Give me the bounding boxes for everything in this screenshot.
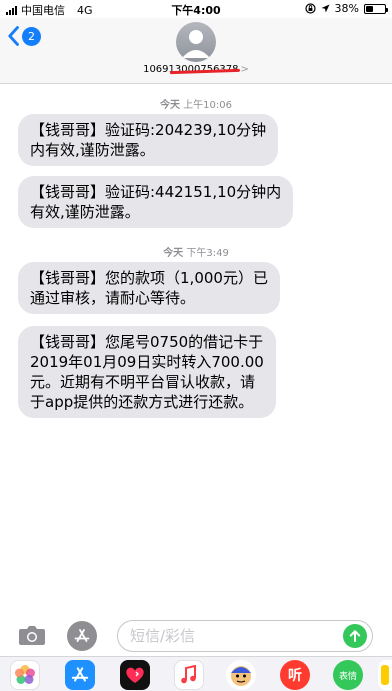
camera-button[interactable]: [18, 624, 46, 650]
location-arrow-icon: [321, 4, 330, 13]
animoji-icon: [231, 666, 251, 686]
back-button[interactable]: 2: [8, 26, 41, 46]
message-line: 【钱哥哥】您尾号0750的借记卡于: [30, 333, 264, 351]
message-line: 有效,谨防泄露。: [30, 203, 140, 221]
battery-percent: 38%: [334, 2, 359, 15]
animoji-app-button[interactable]: [226, 660, 256, 690]
lock-rotation-icon: [304, 3, 316, 14]
send-button[interactable]: [343, 624, 367, 648]
app-drawer: 听 表情: [0, 656, 392, 691]
conversation-header: 2 106913000756378>: [0, 18, 392, 84]
music-app-button[interactable]: [174, 660, 204, 690]
compose-bar: [0, 616, 392, 656]
emoji-app-label: 表情: [338, 671, 357, 682]
ting-app-button[interactable]: 听: [280, 660, 310, 690]
more-app-button[interactable]: [378, 660, 392, 690]
arrow-up-icon: [349, 630, 361, 642]
timestamp-time: 上午10:06: [183, 100, 232, 111]
chevron-left-icon: [8, 26, 19, 46]
timestamp-day: 今天: [163, 248, 184, 259]
chevron-right-icon: >: [240, 64, 249, 75]
message-bubble[interactable]: 【钱哥哥】验证码:442151,10分钟内 有效,谨防泄露。: [18, 176, 294, 228]
message-line: 于app提供的还款方式进行还款。: [30, 393, 254, 411]
message-line: 【钱哥哥】验证码:442151,10分钟内: [30, 183, 282, 201]
timestamp-time: 下午3:49: [186, 248, 229, 259]
message-line: 2019年01月09日实时转入700.00: [30, 353, 264, 371]
emoji-app-button[interactable]: 表情: [333, 660, 363, 690]
photos-icon: [15, 665, 35, 684]
battery-icon: [364, 3, 388, 14]
status-right: 38%: [304, 2, 388, 15]
app-store-icon: [74, 629, 90, 642]
message-line: 【钱哥哥】您的款项（1,000元）已: [30, 269, 268, 287]
message-line: 内有效,谨防泄露。: [30, 141, 155, 159]
person-icon: [182, 30, 210, 58]
more-apps-icon: [381, 665, 389, 685]
timestamp-day: 今天: [159, 100, 180, 111]
camera-icon: [19, 626, 45, 645]
app-store-button[interactable]: [67, 621, 97, 651]
heart-icon: [126, 667, 144, 683]
digital-touch-app-button[interactable]: [120, 660, 150, 690]
app-store-icon: [71, 667, 89, 682]
message-bubble[interactable]: 【钱哥哥】验证码:204239,10分钟 内有效,谨防泄露。: [18, 114, 279, 166]
timestamp: 今天 上午10:06: [0, 96, 392, 111]
contact-avatar[interactable]: [176, 22, 216, 62]
message-bubble[interactable]: 【钱哥哥】您的款项（1,000元）已 通过审核，请耐心等待。: [18, 262, 280, 314]
battery-fill: [366, 5, 373, 12]
timestamp: 今天 下午3:49: [0, 244, 392, 259]
message-line: 【钱哥哥】验证码:204239,10分钟: [30, 121, 267, 139]
message-bubble[interactable]: 【钱哥哥】您尾号0750的借记卡于 2019年01月09日实时转入700.00 …: [18, 326, 276, 418]
message-line: 通过审核，请耐心等待。: [30, 289, 196, 307]
message-field[interactable]: [117, 620, 373, 652]
ting-app-label: 听: [288, 668, 302, 684]
photos-app-button[interactable]: [10, 660, 40, 690]
music-note-icon: [181, 665, 196, 684]
message-line: 元。近期有不明平台冒认收款，请: [30, 373, 256, 391]
app-store-app-button[interactable]: [65, 660, 95, 690]
status-bar: 中国电信 4G 下午4:00 38%: [0, 0, 392, 18]
message-input[interactable]: [130, 621, 340, 651]
unread-badge: 2: [22, 26, 41, 46]
